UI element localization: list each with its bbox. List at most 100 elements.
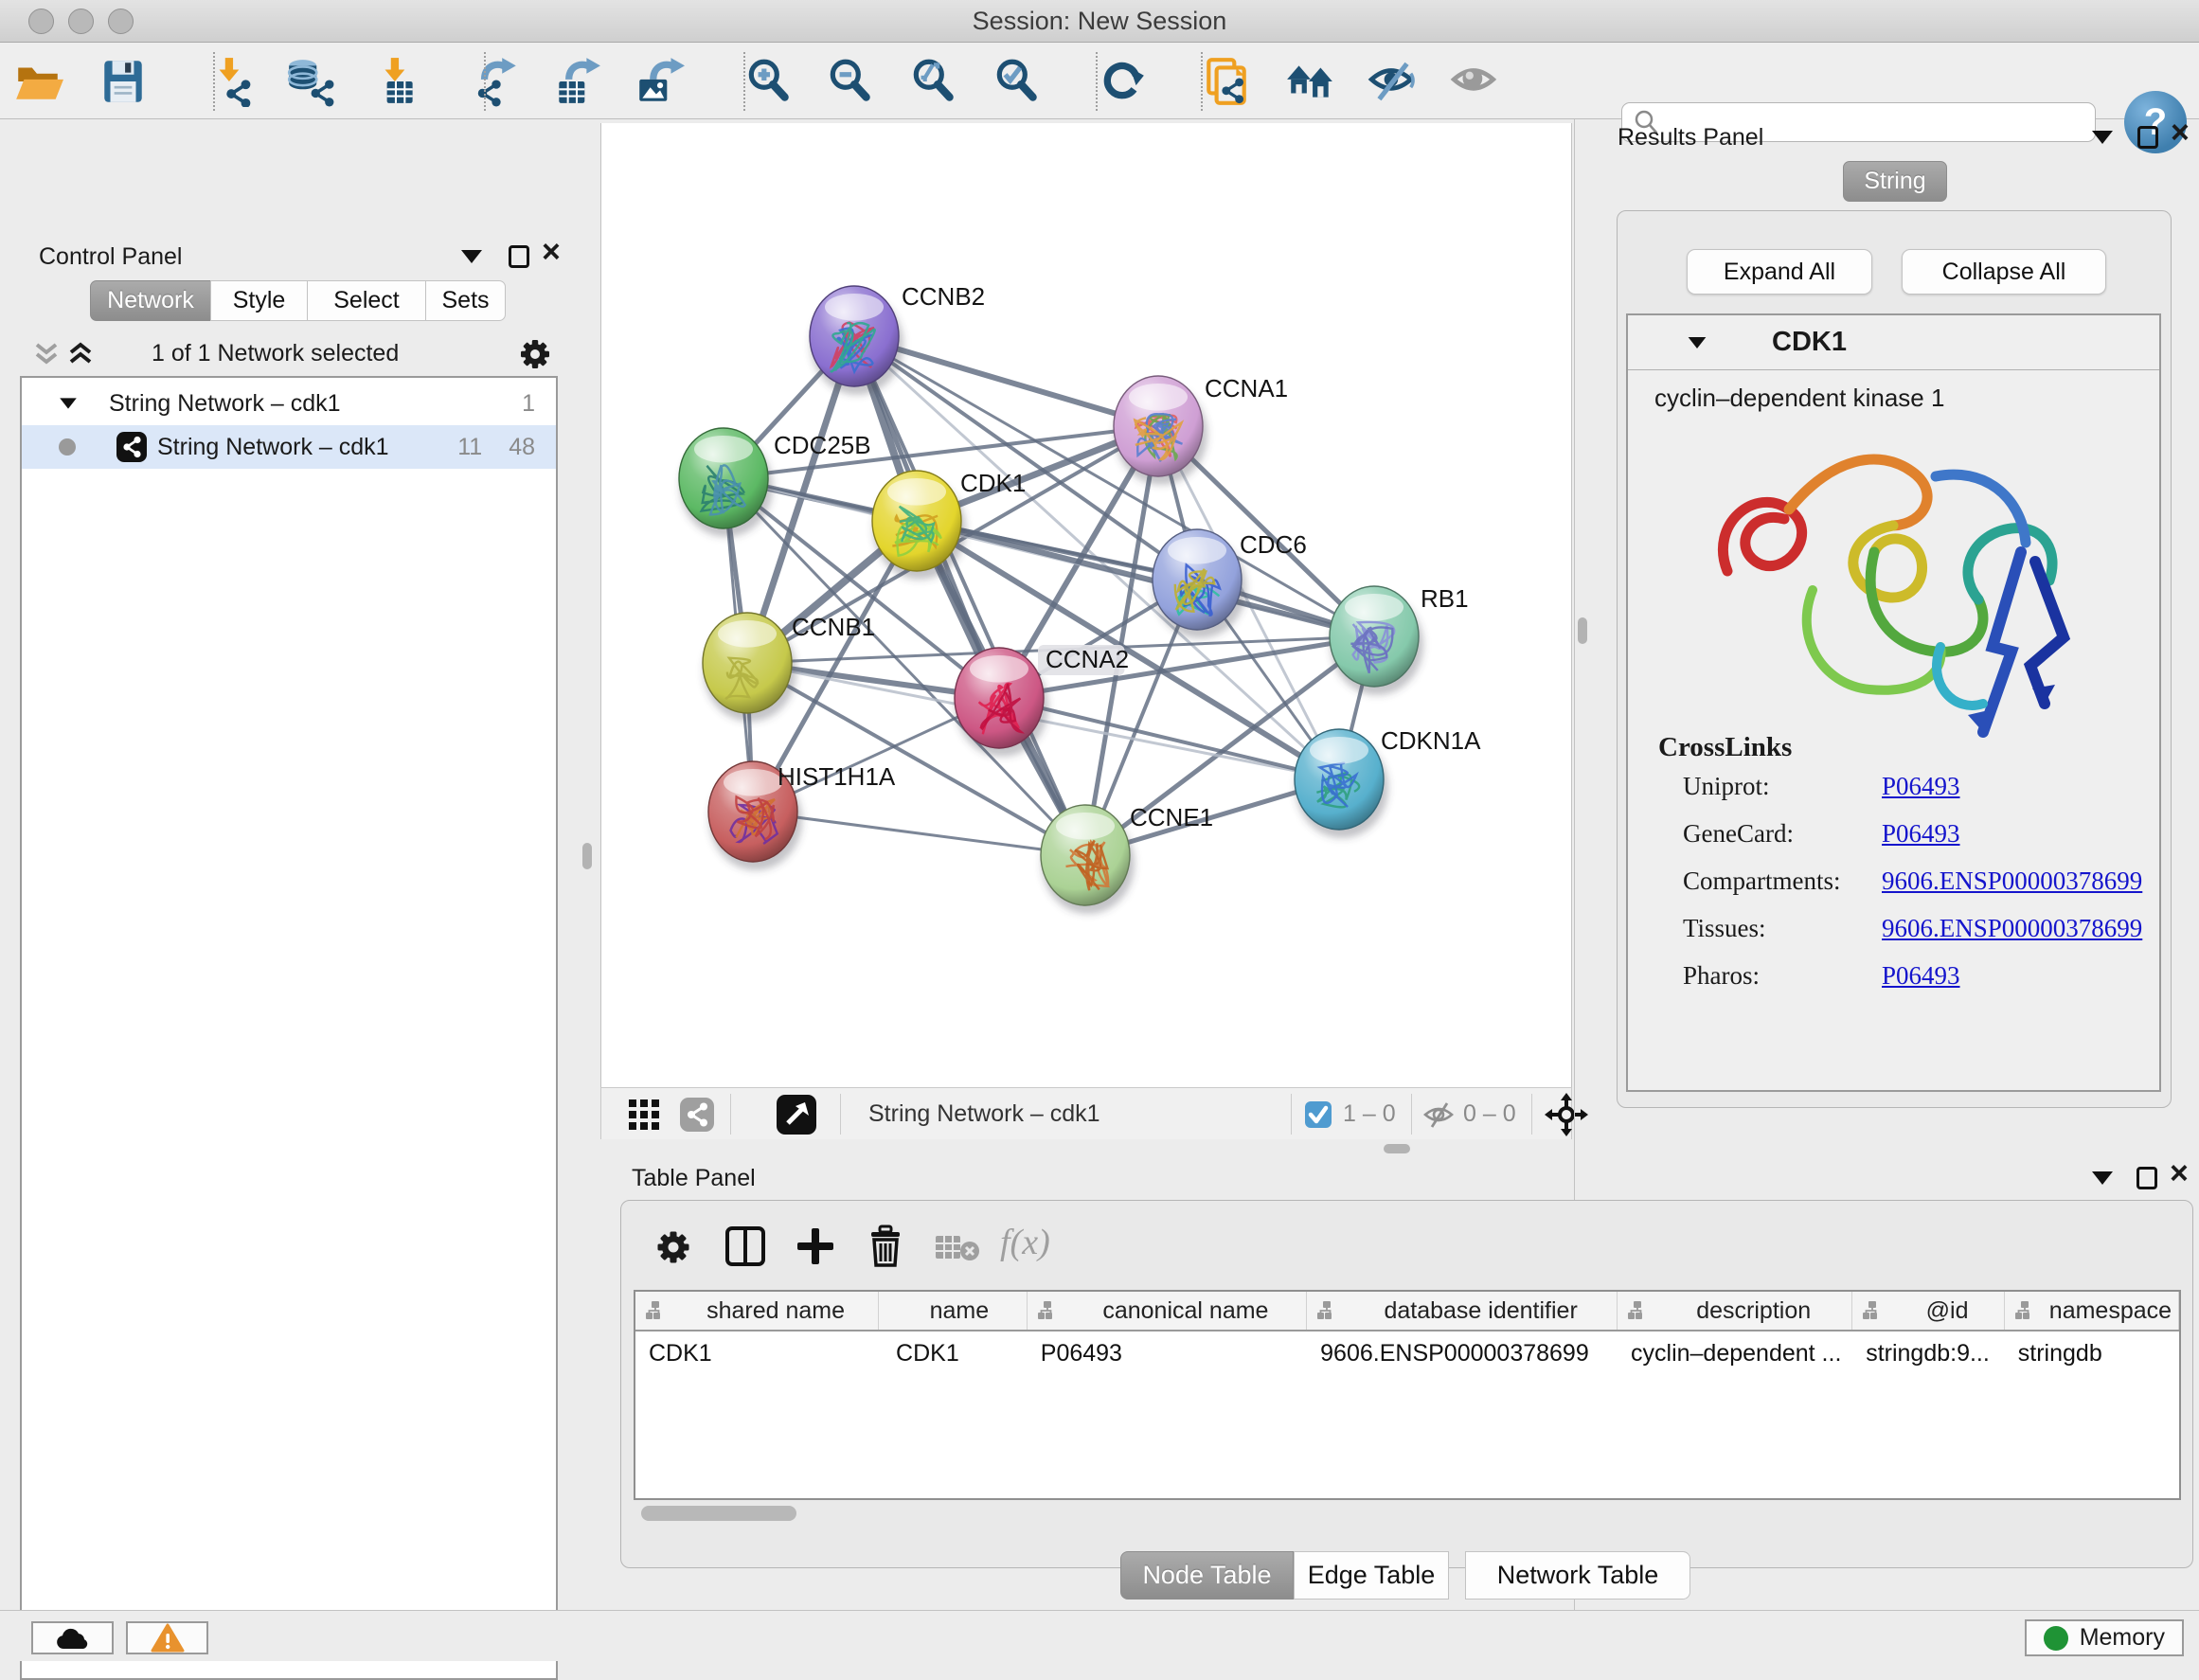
zoom-fit-button[interactable] [906,54,961,109]
table-panel-menu-icon[interactable] [2092,1171,2113,1185]
network-node-count: 11 [457,434,482,461]
zoom-selected-button[interactable] [990,54,1045,109]
protein-structure-image [1699,420,2078,765]
cloud-icon [54,1626,92,1651]
save-session-button[interactable] [96,54,151,109]
tab-node-table[interactable]: Node Table [1120,1551,1294,1600]
refresh-layout-icon [1097,56,1148,107]
network-edge-count: 48 [509,434,535,461]
add-column-icon[interactable] [794,1224,837,1268]
expand-all-button[interactable]: Expand All [1687,249,1872,295]
cloud-button[interactable] [31,1621,114,1654]
control-panel-close-icon[interactable]: × [542,241,561,263]
table-row[interactable]: CDK1CDK1P064939606.ENSP00000378699cyclin… [635,1331,2179,1375]
export-network-button[interactable] [469,54,524,109]
crosslink-value[interactable]: P06493 [1882,961,1960,991]
hscrollbar-thumb[interactable] [641,1506,796,1521]
gene-symbol: CDK1 [1772,327,1847,358]
table-cell: P06493 [1028,1331,1307,1375]
column-tree-icon [2014,1300,2035,1321]
tab-network-table[interactable]: Network Table [1465,1551,1690,1600]
tab-network[interactable]: Network [90,280,211,321]
network-canvas[interactable]: CCNB2CCNA1CDC25BCDK1CDC6RB1CCNB1CCNA2CDK… [600,123,1572,1087]
refresh-layout-button[interactable] [1095,54,1150,109]
table-settings-gear-icon[interactable] [653,1226,694,1268]
birdseye-view-icon[interactable] [776,1094,817,1135]
node-label-cdk1: CDK1 [960,469,1026,497]
node-label-ccna1: CCNA1 [1205,374,1288,402]
window-close-button[interactable] [28,9,54,34]
tab-sets[interactable]: Sets [425,280,506,321]
crosslink-value[interactable]: P06493 [1882,772,1960,801]
expand-all-icon[interactable] [66,339,95,369]
crosslink-value[interactable]: 9606.ENSP00000378699 [1882,914,2142,943]
warning-button[interactable] [126,1621,208,1654]
table-panel-title: Table Panel [632,1165,756,1192]
collection-expand-icon[interactable] [60,398,77,408]
show-all-button[interactable] [1448,54,1503,109]
collapse-all-icon[interactable] [32,339,61,369]
column-header-canonicalname[interactable]: canonical name [1028,1292,1307,1330]
results-panel-float-icon[interactable] [2137,126,2158,149]
zoom-selected-icon [992,56,1043,107]
open-session-button[interactable] [10,54,65,109]
network-collection-row[interactable]: String Network – cdk1 1 [22,382,556,425]
node-label-rb1: RB1 [1421,584,1469,613]
crosslink-value[interactable]: P06493 [1882,819,1960,849]
table-panel-float-icon[interactable] [2136,1167,2157,1189]
network-row[interactable]: String Network – cdk1 11 48 [22,425,556,469]
column-tree-icon [1037,1300,1058,1321]
column-header-id[interactable]: @id [1852,1292,2005,1330]
column-header-description[interactable]: description [1618,1292,1852,1330]
bottom-splitter-handle[interactable] [1384,1144,1410,1153]
crosslink-value[interactable]: 9606.ENSP00000378699 [1882,867,2142,896]
column-header-name[interactable]: name [879,1292,1028,1330]
network-name: String Network – cdk1 [157,434,389,461]
import-table-button[interactable] [369,54,424,109]
column-header-sharedname[interactable]: shared name [635,1292,879,1330]
tab-style[interactable]: Style [210,280,308,321]
results-panel-menu-icon[interactable] [2092,131,2113,144]
string-homes-button[interactable] [1283,54,1338,109]
split-view-icon[interactable] [724,1224,767,1268]
left-splitter-handle[interactable] [582,843,592,869]
table-hscrollbar[interactable] [634,1504,2181,1523]
node-table[interactable]: shared namenamecanonical namedatabase id… [634,1290,2181,1500]
collapse-all-button[interactable]: Collapse All [1902,249,2106,295]
zoom-in-button[interactable] [742,54,796,109]
gene-collapse-icon[interactable] [1689,337,1707,349]
current-network-title: String Network – cdk1 [868,1100,1100,1128]
delete-column-trash-icon[interactable] [864,1224,907,1269]
show-all-icon [1450,56,1501,107]
import-network-file-button[interactable] [204,54,259,109]
memory-button[interactable]: Memory [2025,1619,2184,1656]
network-graph[interactable]: CCNB2CCNA1CDC25BCDK1CDC6RB1CCNB1CCNA2CDK… [601,123,1570,1084]
tab-string[interactable]: String [1843,161,1947,202]
control-panel-float-icon[interactable] [509,245,529,268]
network-list: String Network – cdk1 1 String Network –… [20,376,558,1680]
results-panel-close-icon[interactable]: × [2171,121,2190,144]
gene-section-header[interactable]: CDK1 [1628,315,2159,370]
selected-checkbox[interactable] [1304,1100,1332,1129]
share-view-icon[interactable] [679,1097,715,1133]
import-network-database-button[interactable] [282,54,337,109]
export-image-button[interactable] [632,54,687,109]
window-minimize-button[interactable] [68,9,94,34]
tab-select[interactable]: Select [307,280,426,321]
table-panel-close-icon[interactable]: × [2170,1162,2189,1185]
column-header-databaseidentifier[interactable]: database identifier [1307,1292,1618,1330]
window-zoom-button[interactable] [108,9,134,34]
save-session-icon [98,56,149,107]
hide-selected-button[interactable] [1366,54,1421,109]
zoom-out-button[interactable] [823,54,878,109]
copy-network-button[interactable] [1199,54,1254,109]
network-options-gear-icon[interactable] [516,335,554,373]
control-panel-menu-icon[interactable] [461,250,482,263]
column-header-namespace[interactable]: namespace [2005,1292,2179,1330]
tab-edge-table[interactable]: Edge Table [1294,1551,1449,1600]
function-builder-icon: f(x) [1000,1222,1050,1263]
node-label-ccne1: CCNE1 [1130,803,1213,831]
open-session-icon [12,56,63,107]
grid-view-icon[interactable] [628,1099,660,1131]
export-table-button[interactable] [549,54,604,109]
